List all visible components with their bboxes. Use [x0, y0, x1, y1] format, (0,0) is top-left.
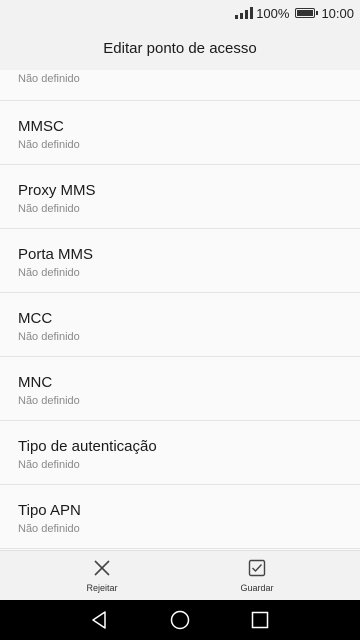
signal-icon [235, 7, 254, 19]
save-label: Guardar [240, 583, 274, 593]
battery-icon [295, 8, 319, 18]
page-title-bar: Editar ponto de acesso [0, 26, 360, 70]
settings-item-value: Não definido [18, 523, 80, 535]
settings-item-label: Porta MMS [18, 246, 94, 263]
reject-button[interactable]: Rejeitar [42, 551, 162, 601]
page-title: Editar ponto de acesso [103, 39, 257, 57]
settings-item-proxy-mms[interactable]: Proxy MMS Não definido [0, 165, 360, 229]
settings-item-label: MMSC [18, 118, 64, 135]
battery-percent: 100% [256, 5, 290, 21]
settings-item-value: Não definido [18, 203, 80, 215]
settings-item-mmsc[interactable]: MMSC Não definido [0, 101, 360, 165]
settings-item-label: MNC [18, 374, 53, 391]
settings-item-value: Não definido [18, 459, 80, 471]
settings-list: Não definido MMSC Não definido Proxy MMS… [0, 70, 360, 550]
save-button[interactable]: Guardar [197, 551, 317, 601]
reject-label: Rejeitar [86, 583, 118, 593]
close-icon [93, 559, 111, 577]
settings-item-label: Proxy MMS [18, 182, 96, 199]
settings-item-value: Não definido [18, 331, 80, 343]
settings-item-label: Tipo APN [18, 502, 81, 519]
settings-item-mcc[interactable]: MCC Não definido [0, 293, 360, 357]
status-bar: 100% 10:00 [0, 0, 360, 26]
home-icon[interactable] [170, 610, 190, 630]
settings-item-value: Não definido [18, 139, 80, 151]
settings-item-mnc[interactable]: MNC Não definido [0, 357, 360, 421]
settings-item-label: MCC [18, 310, 53, 327]
settings-item-value: Não definido [18, 395, 80, 407]
recents-icon[interactable] [250, 610, 270, 630]
settings-item-partial[interactable]: Não definido [0, 70, 360, 101]
settings-item-label: Tipo de autenticação [18, 438, 157, 455]
back-icon[interactable] [90, 610, 110, 630]
settings-item-apn-type[interactable]: Tipo APN Não definido [0, 485, 360, 549]
navigation-bar [0, 600, 360, 640]
clock: 10:00 [321, 5, 354, 21]
action-bar: Rejeitar Guardar [0, 550, 360, 600]
checkbox-icon [248, 559, 266, 577]
settings-item-auth-type[interactable]: Tipo de autenticação Não definido [0, 421, 360, 485]
settings-item-porta-mms[interactable]: Porta MMS Não definido [0, 229, 360, 293]
settings-item-value: Não definido [18, 73, 80, 85]
settings-item-value: Não definido [18, 267, 80, 279]
